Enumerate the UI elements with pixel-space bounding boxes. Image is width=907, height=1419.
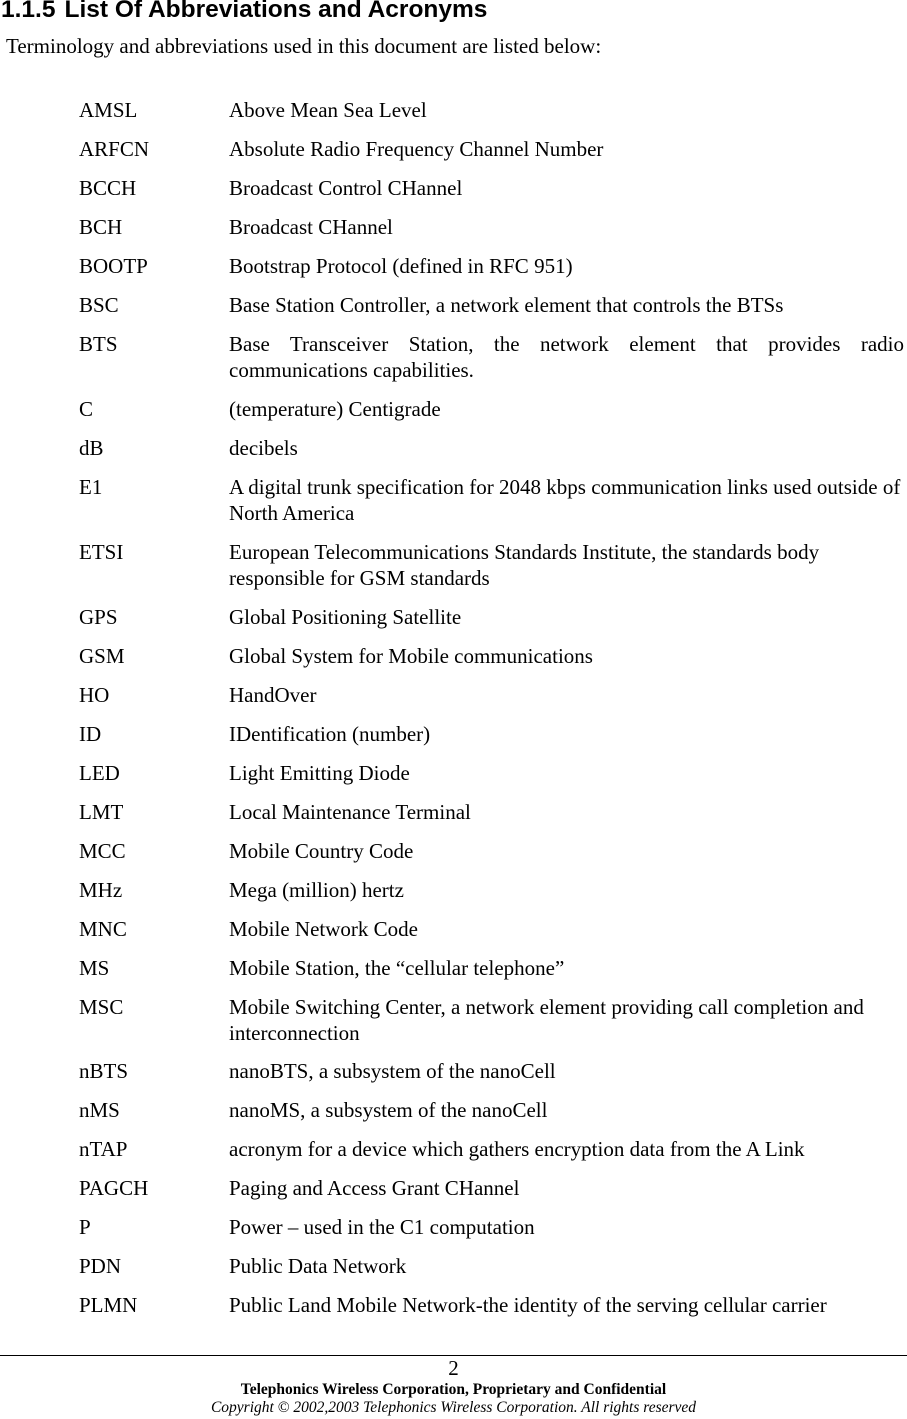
abbreviation-term: MSC bbox=[79, 995, 124, 1019]
abbreviation-definition: Mega (million) hertz bbox=[229, 878, 404, 902]
abbreviation-term: GSM bbox=[79, 644, 125, 668]
abbreviation-term: nMS bbox=[79, 1098, 120, 1122]
abbreviation-term: LED bbox=[79, 761, 120, 785]
abbreviation-term: LMT bbox=[79, 800, 124, 824]
abbreviation-definition: Public Land Mobile Network-the identity … bbox=[229, 1293, 827, 1317]
abbreviation-definition: Global Positioning Satellite bbox=[229, 605, 462, 629]
abbreviation-definition: Mobile Switching Center, a network eleme… bbox=[229, 995, 864, 1045]
page-number: 2 bbox=[448, 1356, 459, 1380]
intro-paragraph: Terminology and abbreviations used in th… bbox=[6, 34, 602, 58]
abbreviation-term: nBTS bbox=[79, 1059, 129, 1083]
abbreviation-term: E1 bbox=[79, 475, 103, 499]
abbreviation-term: PAGCH bbox=[79, 1176, 149, 1200]
section-heading: 1.1.5 List Of Abbreviations and Acronyms bbox=[1, 0, 487, 24]
abbreviation-definition: European Telecommunications Standards In… bbox=[229, 540, 820, 590]
abbreviation-definition: Base Transceiver Station, the network el… bbox=[229, 332, 904, 382]
abbreviation-term: BSC bbox=[79, 293, 119, 317]
abbreviation-definition: acronym for a device which gathers encry… bbox=[229, 1137, 805, 1161]
abbreviation-term: nTAP bbox=[79, 1137, 128, 1161]
abbreviation-definition: IDentification (number) bbox=[229, 722, 431, 746]
abbreviation-term: ETSI bbox=[79, 540, 124, 564]
abbreviation-term: MCC bbox=[79, 839, 126, 863]
section-number: 1.1.5 bbox=[1, 0, 56, 23]
abbreviation-definition: Power – used in the C1 computation bbox=[229, 1215, 535, 1239]
abbreviation-definition: nanoBTS, a subsystem of the nanoCell bbox=[229, 1059, 556, 1083]
abbreviation-definition: A digital trunk specification for 2048 k… bbox=[229, 475, 901, 525]
abbreviation-term: MNC bbox=[79, 917, 127, 941]
abbreviation-definition: Mobile Network Code bbox=[229, 917, 418, 941]
abbreviation-term: dB bbox=[79, 436, 104, 460]
abbreviation-definition: Global System for Mobile communications bbox=[229, 644, 593, 668]
abbreviation-term: HO bbox=[79, 683, 110, 707]
abbreviation-term: BOOTP bbox=[79, 254, 148, 278]
abbreviation-term: BCH bbox=[79, 215, 123, 239]
abbreviation-term: MHz bbox=[79, 878, 123, 902]
abbreviation-definition: Mobile Country Code bbox=[229, 839, 414, 863]
abbreviation-definition: Mobile Station, the “cellular telephone” bbox=[229, 956, 565, 980]
abbreviation-definition: Broadcast CHannel bbox=[229, 215, 393, 239]
abbreviation-term: ID bbox=[79, 722, 102, 746]
abbreviation-definition: Bootstrap Protocol (defined in RFC 951) bbox=[229, 254, 573, 278]
abbreviation-definition: Public Data Network bbox=[229, 1254, 407, 1278]
abbreviation-term: AMSL bbox=[79, 98, 138, 122]
abbreviation-definition: Local Maintenance Terminal bbox=[229, 800, 471, 824]
abbreviation-definition: Base Station Controller, a network eleme… bbox=[229, 293, 784, 317]
section-title: List Of Abbreviations and Acronyms bbox=[64, 0, 488, 23]
confidentiality-notice: Telephonics Wireless Corporation, Propri… bbox=[240, 1381, 667, 1398]
abbreviation-definition: Paging and Access Grant CHannel bbox=[229, 1176, 520, 1200]
abbreviation-term: MS bbox=[79, 956, 110, 980]
copyright-notice: Copyright © 2002,2003 Telephonics Wirele… bbox=[210, 1399, 697, 1416]
abbreviation-term: C bbox=[79, 397, 94, 421]
abbreviation-definition: (temperature) Centigrade bbox=[229, 397, 441, 421]
abbreviation-term: GPS bbox=[79, 605, 118, 629]
abbreviation-definition: decibels bbox=[229, 436, 298, 460]
abbreviation-term: PLMN bbox=[79, 1293, 138, 1317]
abbreviation-term: ARFCN bbox=[79, 137, 150, 161]
abbreviation-definition: Absolute Radio Frequency Channel Number bbox=[229, 137, 604, 161]
abbreviation-definition: nanoMS, a subsystem of the nanoCell bbox=[229, 1098, 548, 1122]
abbreviation-definition: Above Mean Sea Level bbox=[229, 98, 427, 122]
abbreviation-definition: Broadcast Control CHannel bbox=[229, 176, 463, 200]
abbreviation-term: BCCH bbox=[79, 176, 137, 200]
abbreviation-term: P bbox=[79, 1215, 91, 1239]
abbreviation-definition: HandOver bbox=[229, 683, 317, 707]
abbreviation-term: PDN bbox=[79, 1254, 122, 1278]
abbreviation-definition: Light Emitting Diode bbox=[229, 761, 410, 785]
abbreviation-term: BTS bbox=[79, 332, 118, 356]
